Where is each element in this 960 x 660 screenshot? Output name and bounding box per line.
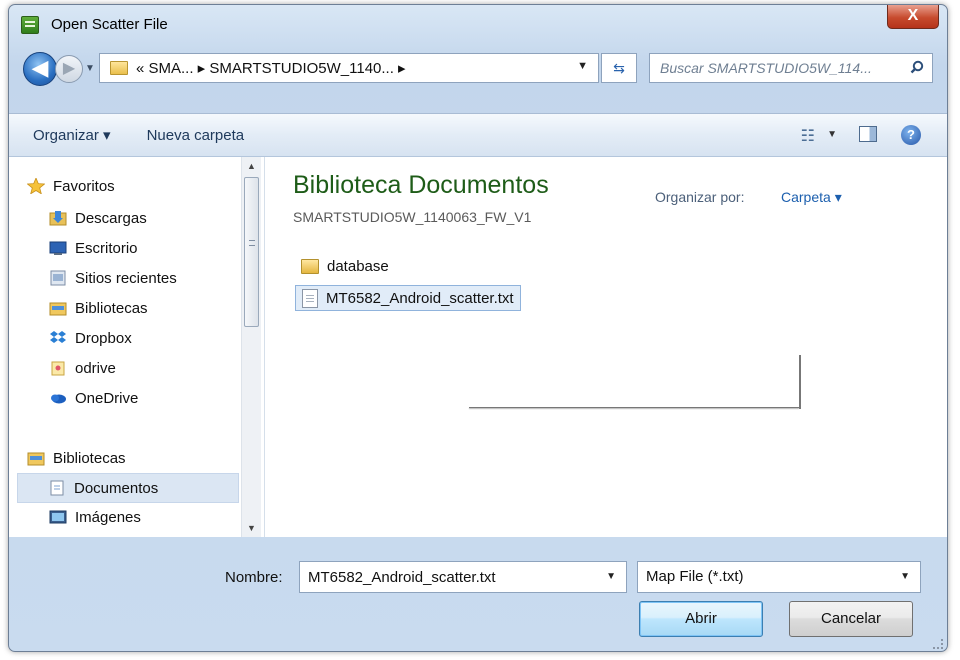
arrange-by-label: Organizar por: xyxy=(655,189,745,205)
file-item-selected[interactable]: MT6582_Android_scatter.txt xyxy=(295,285,521,311)
dialog-footer: Nombre: ▼ Map File (*.txt) ▼ Abrir Cance… xyxy=(9,537,947,651)
change-view-icon[interactable]: ☷ xyxy=(801,126,815,146)
libraries-icon xyxy=(27,452,45,466)
navigation-pane: Favoritos Descargas Escritorio Sitios re… xyxy=(9,157,265,537)
back-icon[interactable]: ◀ xyxy=(23,52,57,86)
address-dropdown-icon[interactable]: ▼ xyxy=(577,60,588,72)
onedrive-icon xyxy=(51,394,66,404)
recent-places-icon xyxy=(50,270,66,286)
sidebar-item-label: Dropbox xyxy=(75,329,132,347)
filename-combobox[interactable]: ▼ xyxy=(299,561,627,593)
dropbox-icon xyxy=(50,331,66,343)
star-icon xyxy=(27,178,45,194)
library-title: Biblioteca Documentos xyxy=(293,171,549,199)
scroll-down-icon[interactable]: ▼ xyxy=(242,519,261,537)
resize-grip-icon[interactable] xyxy=(933,639,943,649)
sidebar-item-label: odrive xyxy=(75,359,116,377)
sidebar-item-label: Descargas xyxy=(75,209,147,227)
scroll-grip-icon xyxy=(249,240,255,246)
close-button[interactable]: X xyxy=(887,5,939,29)
arrange-by-dropdown[interactable]: Carpeta ▾ xyxy=(781,189,842,206)
content-area: Favoritos Descargas Escritorio Sitios re… xyxy=(9,157,947,537)
title-bar[interactable]: Open Scatter File X xyxy=(9,5,947,45)
folder-icon xyxy=(301,258,319,274)
breadcrumb[interactable]: « SMA... ▸ SMARTSTUDIO5W_1140... ▸ xyxy=(136,59,406,77)
search-box[interactable] xyxy=(649,53,933,83)
sidebar-item-label: OneDrive xyxy=(75,389,139,407)
file-name: database xyxy=(327,257,389,275)
downloads-icon xyxy=(49,211,67,226)
file-name: MT6582_Android_scatter.txt xyxy=(326,289,514,307)
file-list-pane: Biblioteca Documentos SMARTSTUDIO5W_1140… xyxy=(267,157,947,537)
new-folder-button[interactable]: Nueva carpeta xyxy=(147,127,245,144)
help-icon[interactable]: ? xyxy=(901,125,921,145)
view-options-dropdown[interactable]: ▼ xyxy=(827,129,837,140)
app-icon xyxy=(21,16,39,34)
open-button[interactable]: Abrir xyxy=(639,601,763,637)
text-file-icon xyxy=(302,288,318,308)
scroll-thumb[interactable] xyxy=(244,177,259,327)
sidebar-item-label: Sitios recientes xyxy=(75,269,177,287)
sidebar-item-label: Bibliotecas xyxy=(53,449,126,467)
search-icon[interactable] xyxy=(910,60,924,74)
scroll-up-icon[interactable]: ▲ xyxy=(242,157,261,175)
sidebar-item-label: Favoritos xyxy=(53,177,115,195)
navigation-bar: ◀ ▶ ▼ « SMA... ▸ SMARTSTUDIO5W_1140... ▸… xyxy=(9,45,947,93)
search-input[interactable] xyxy=(650,54,900,82)
address-bar[interactable]: « SMA... ▸ SMARTSTUDIO5W_1140... ▸ ▼ xyxy=(99,53,599,83)
filename-dropdown-icon[interactable]: ▼ xyxy=(606,571,616,582)
pictures-icon xyxy=(49,510,67,524)
preview-pane-icon[interactable] xyxy=(859,126,877,142)
sidebar-item-label: Escritorio xyxy=(75,239,138,257)
annotation-line xyxy=(469,407,799,408)
file-type-value: Map File (*.txt) xyxy=(646,568,744,585)
folder-icon xyxy=(110,61,128,75)
navigation-scrollbar[interactable]: ▲ ▼ xyxy=(241,157,261,537)
sidebar-item-documents[interactable]: Documentos xyxy=(17,473,239,503)
sidebar-item-label: Bibliotecas xyxy=(75,299,148,317)
cancel-button[interactable]: Cancelar xyxy=(789,601,913,637)
annotation-line xyxy=(799,355,801,409)
desktop-icon xyxy=(49,241,67,255)
window-title: Open Scatter File xyxy=(51,16,168,33)
file-type-dropdown-icon[interactable]: ▼ xyxy=(900,571,910,582)
command-toolbar: Organizar ▾ Nueva carpeta ☷ ▼ ? xyxy=(9,113,947,157)
open-file-dialog: Open Scatter File X ◀ ▶ ▼ « SMA... ▸ SMA… xyxy=(8,4,948,652)
filename-input[interactable] xyxy=(300,562,590,592)
documents-icon xyxy=(50,480,64,496)
filename-label: Nombre: xyxy=(225,569,283,586)
recent-locations-dropdown[interactable]: ▼ xyxy=(85,63,95,74)
forward-icon[interactable]: ▶ xyxy=(55,55,83,83)
refresh-icon[interactable]: ⇆ xyxy=(601,53,637,83)
libraries-icon xyxy=(49,302,67,316)
organize-button[interactable]: Organizar ▾ xyxy=(33,126,111,144)
sidebar-item-label: Documentos xyxy=(74,479,159,497)
file-type-select[interactable]: Map File (*.txt) ▼ xyxy=(637,561,921,593)
sidebar-item-label: Imágenes xyxy=(75,508,141,526)
odrive-icon xyxy=(51,361,65,376)
file-item-folder[interactable]: database xyxy=(295,253,395,279)
sidebar-item-favorites[interactable]: Favoritos xyxy=(27,171,263,201)
sidebar-item-libraries-root[interactable]: Bibliotecas xyxy=(27,443,263,473)
library-path: SMARTSTUDIO5W_1140063_FW_V1 xyxy=(293,209,532,225)
